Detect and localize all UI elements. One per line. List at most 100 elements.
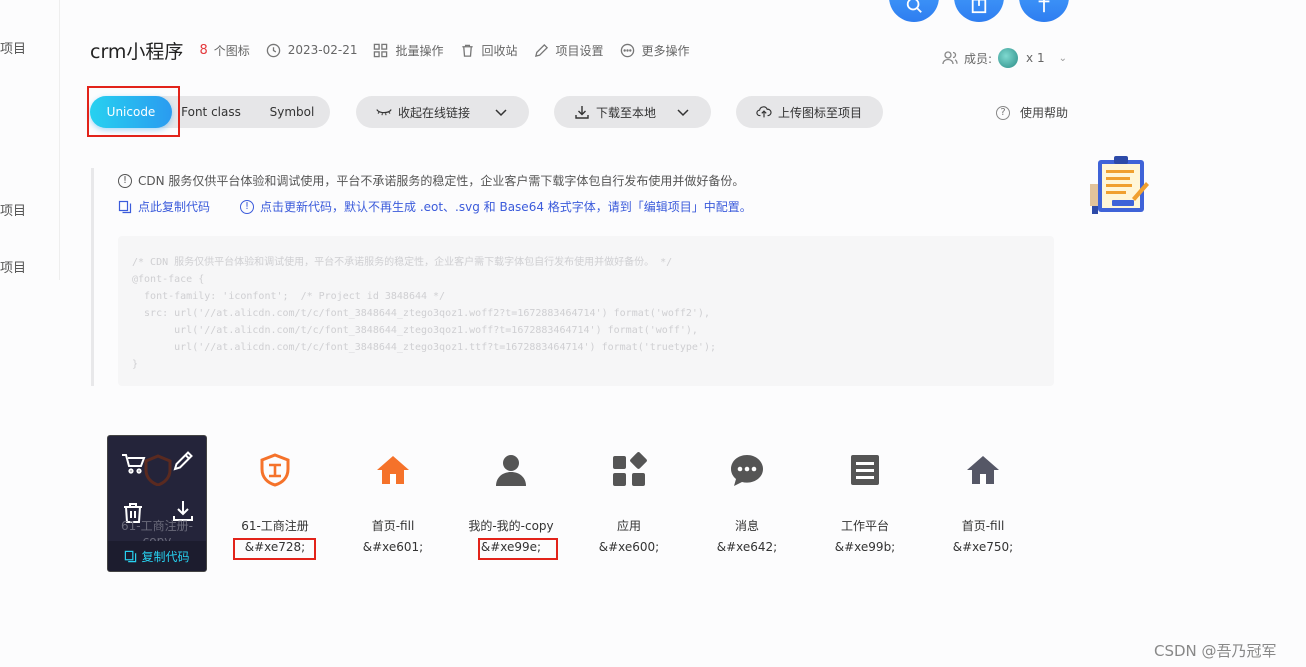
code-line: font-family: 'iconfont'; /* Project id 3…	[132, 291, 446, 302]
more-button[interactable]: 更多操作	[620, 42, 690, 59]
update-code-label: 点击更新代码，默认不再生成 .eot、.svg 和 Base64 格式字体，请到…	[260, 200, 752, 214]
icon-unicode[interactable]: &#xe99b;	[815, 540, 915, 554]
clipboard-illustration-icon	[1090, 156, 1149, 214]
icon-count-label: 个图标	[213, 43, 250, 58]
collapse-link-label: 收起在线链接	[398, 105, 471, 120]
page-title: crm小程序	[90, 40, 184, 63]
members-count: x 1	[1026, 51, 1045, 65]
icon-unicode[interactable]: &#xe600;	[579, 540, 679, 554]
message-icon	[731, 455, 763, 486]
settings-label: 项目设置	[555, 43, 604, 58]
info-icon: !	[118, 173, 132, 188]
trash-icon	[461, 44, 473, 57]
batch-label: 批量操作	[395, 43, 444, 58]
avatar	[998, 48, 1019, 68]
icon-name: 首页-fill	[371, 519, 415, 533]
shield-icon	[260, 453, 290, 487]
clock-icon	[266, 43, 280, 57]
icon-unicode[interactable]: &#xe642;	[697, 540, 797, 554]
copy-code-button[interactable]: 复制代码	[108, 541, 206, 571]
icon-unicode[interactable]: &#xe750;	[933, 540, 1033, 554]
cart-icon[interactable]	[120, 450, 146, 476]
highlight-box	[233, 538, 316, 560]
icon-card[interactable]: 首页-fill &#xe601;	[343, 436, 443, 571]
icon-card[interactable]: 应用 &#xe600;	[579, 436, 679, 571]
copy-code-label: 复制代码	[141, 549, 190, 564]
tab-font-class[interactable]: Font class	[172, 96, 250, 128]
help-link[interactable]: ? 使用帮助	[996, 104, 1068, 121]
icon-name: 工作平台	[840, 519, 889, 533]
download-label: 下载至本地	[596, 105, 657, 120]
upload-box-icon	[971, 0, 987, 14]
document-icon	[851, 455, 879, 485]
grid-icon	[374, 43, 388, 57]
sidebar-item-project[interactable]: 项目	[0, 200, 26, 219]
apps-icon	[613, 452, 647, 486]
update-code-link[interactable]: ! 点击更新代码，默认不再生成 .eot、.svg 和 Base64 格式字体，…	[240, 198, 752, 215]
icon-name: 61-工商注册	[241, 519, 309, 533]
chevron-down-icon	[677, 109, 689, 117]
copy-icon	[118, 200, 132, 213]
search-icon	[906, 0, 922, 13]
home-icon	[377, 456, 409, 484]
copy-code-link[interactable]: 点此复制代码	[118, 198, 210, 215]
created-date: 2023-02-21	[287, 43, 358, 57]
download-icon	[575, 106, 589, 119]
question-icon: ?	[996, 105, 1010, 120]
icon-card[interactable]: 工作平台 &#xe99b;	[815, 436, 915, 571]
collapse-link-button[interactable]: 收起在线链接	[356, 96, 529, 128]
help-label: 使用帮助	[1020, 106, 1069, 120]
cloud-upload-icon	[756, 106, 772, 118]
user-icon	[496, 455, 526, 486]
tab-symbol[interactable]: Symbol	[254, 96, 330, 128]
icon-card[interactable]: 首页-fill &#xe750;	[933, 436, 1033, 571]
members-dropdown[interactable]: 成员: x 1 ⌄	[942, 48, 1067, 68]
icon-card-hovered[interactable]: 61-工商注册-copy 复制代码	[107, 435, 207, 572]
upload-icons-button[interactable]: 上传图标至项目	[736, 96, 883, 128]
download-button[interactable]: 下载至本地	[554, 96, 711, 128]
icon-name: 消息	[734, 519, 759, 533]
project-sidebar: 项目 项目 项目	[0, 0, 60, 280]
font-face-code-block[interactable]: /* CDN 服务仅供平台体验和调试使用，平台不承诺服务的稳定性，企业客户需下载…	[118, 236, 1054, 386]
project-header: crm小程序 8 个图标 2023-02-21 批量操作 回收站 项目设置 更多…	[90, 36, 706, 64]
home-icon	[967, 456, 999, 484]
cdn-notice: ! CDN 服务仅供平台体验和调试使用，平台不承诺服务的稳定性，企业客户需下载字…	[91, 168, 1054, 386]
copy-code-label: 点此复制代码	[138, 200, 211, 214]
info-icon: !	[240, 199, 254, 214]
highlight-box	[87, 86, 180, 137]
more-icon	[620, 43, 634, 57]
edit-icon	[534, 43, 548, 57]
search-fab-button[interactable]	[889, 0, 939, 22]
code-line: src: url('//at.alicdn.com/t/c/font_38486…	[132, 308, 710, 319]
sidebar-item-project[interactable]: 项目	[0, 257, 26, 276]
icon-card[interactable]: 消息 &#xe642;	[697, 436, 797, 571]
cdn-warning-text: CDN 服务仅供平台体验和调试使用，平台不承诺服务的稳定性，企业客户需下载字体包…	[138, 174, 745, 188]
shield-icon	[144, 454, 172, 486]
sidebar-item-project[interactable]: 项目	[0, 38, 26, 57]
icon-name: 我的-我的-copy	[468, 519, 554, 533]
code-line: url('//at.alicdn.com/t/c/font_3848644_zt…	[132, 325, 698, 336]
recycle-label: 回收站	[481, 43, 518, 58]
watermark: CSDN @吾乃冠军	[1154, 642, 1277, 660]
settings-button[interactable]: 项目设置	[534, 42, 604, 59]
code-line: @font-face {	[132, 274, 205, 285]
icon-name: 应用	[616, 519, 641, 533]
edit-icon[interactable]	[170, 448, 196, 474]
cdn-warning: ! CDN 服务仅供平台体验和调试使用，平台不承诺服务的稳定性，企业客户需下载字…	[118, 172, 744, 189]
chevron-down-icon	[495, 109, 507, 117]
upload-fab-button[interactable]	[954, 0, 1004, 22]
chevron-down-icon: ⌄	[1058, 52, 1067, 64]
highlight-box	[478, 538, 558, 560]
more-label: 更多操作	[641, 43, 690, 58]
batch-button[interactable]: 批量操作	[373, 42, 444, 59]
icon-unicode[interactable]: &#xe601;	[343, 540, 443, 554]
users-icon	[942, 51, 958, 65]
add-fab-button[interactable]	[1019, 0, 1069, 22]
date-meta: 2023-02-21	[266, 43, 358, 58]
add-icon	[1038, 0, 1050, 13]
upload-label: 上传图标至项目	[778, 105, 863, 120]
icon-count: 8	[199, 42, 208, 58]
icon-name: 首页-fill	[961, 519, 1005, 533]
recycle-button[interactable]: 回收站	[460, 42, 518, 59]
eye-closed-icon	[376, 109, 392, 116]
